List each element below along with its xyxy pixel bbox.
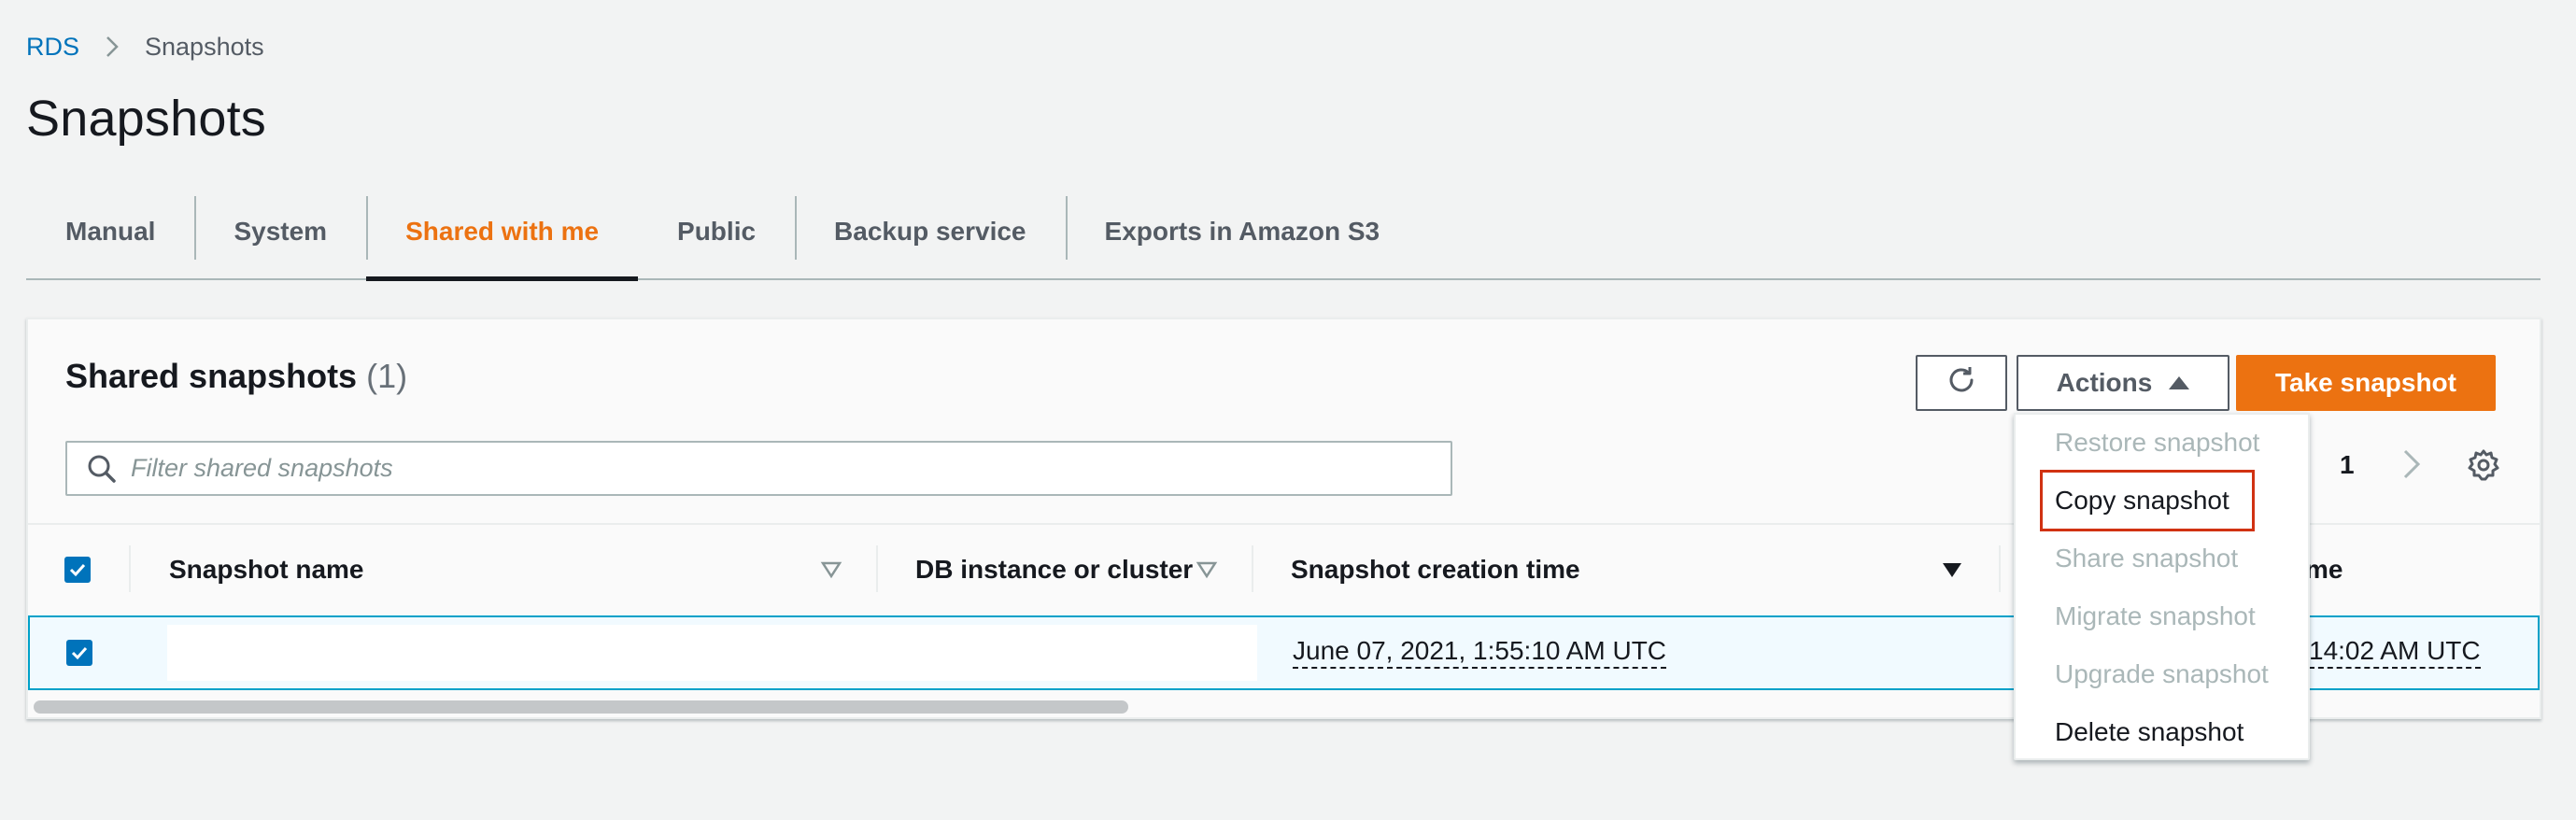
next-page-icon[interactable]	[2400, 448, 2423, 485]
sort-icon[interactable]	[1196, 560, 1218, 584]
menu-item-delete-snapshot[interactable]: Delete snapshot	[2055, 714, 2243, 751]
column-header-snapshot-name[interactable]: Snapshot name	[169, 525, 363, 615]
page-title: Snapshots	[26, 91, 266, 147]
breadcrumb: RDS Snapshots	[26, 28, 264, 65]
tab-system[interactable]: System	[194, 185, 366, 278]
menu-item-upgrade-snapshot: Upgrade snapshot	[2055, 659, 2269, 688]
row-checkbox[interactable]	[66, 617, 92, 688]
breadcrumb-rds-link[interactable]: RDS	[26, 33, 79, 62]
search-box	[65, 441, 1452, 496]
take-snapshot-button[interactable]: Take snapshot	[2236, 355, 2496, 411]
settings-gear-icon[interactable]	[2467, 448, 2500, 487]
menu-item-copy-snapshot[interactable]: Copy snapshot	[2055, 482, 2229, 519]
caret-up-icon	[2169, 376, 2190, 389]
tab-shared-with-me[interactable]: Shared with me	[366, 185, 638, 281]
refresh-button[interactable]	[1916, 355, 2007, 411]
search-input[interactable]	[131, 454, 1420, 483]
creation-time-value[interactable]: June 07, 2021, 1:55:10 AM UTC	[1293, 636, 1667, 670]
panel-title: Shared snapshots (1)	[65, 357, 407, 396]
select-all-checkbox[interactable]	[64, 525, 91, 615]
refresh-icon	[1945, 363, 1978, 403]
actions-dropdown-menu: Restore snapshot Copy snapshot Share sna…	[2014, 413, 2310, 760]
page-number[interactable]: 1	[2340, 450, 2355, 480]
sort-descending-icon[interactable]	[1941, 560, 1963, 584]
tab-backup-service[interactable]: Backup service	[795, 185, 1065, 278]
panel-title-text: Shared snapshots	[65, 357, 358, 395]
menu-item-restore-snapshot: Restore snapshot	[2055, 428, 2260, 457]
breadcrumb-current: Snapshots	[145, 32, 264, 61]
column-header-partial[interactable]: me	[2305, 525, 2342, 615]
checkbox-checked-icon	[64, 557, 91, 583]
menu-item-migrate-snapshot: Migrate snapshot	[2055, 601, 2256, 630]
chevron-right-icon	[106, 35, 119, 58]
horizontal-scrollbar[interactable]	[34, 700, 1128, 714]
panel-count: (1)	[366, 357, 408, 395]
sort-icon[interactable]	[820, 560, 842, 584]
menu-item-share-snapshot: Share snapshot	[2055, 544, 2239, 573]
creation-time-cell: June 07, 2021, 1:55:10 AM UTC	[1293, 617, 1667, 688]
checkbox-checked-icon	[66, 640, 92, 666]
actions-button[interactable]: Actions	[2017, 355, 2229, 411]
actions-button-label: Actions	[2056, 368, 2153, 397]
snapshot-tabs: Manual System Shared with me Public Back…	[26, 185, 2541, 281]
tab-exports-in-amazon-s3[interactable]: Exports in Amazon S3	[1065, 185, 1420, 278]
column-header-creation-time[interactable]: Snapshot creation time	[1291, 525, 1580, 615]
tab-public[interactable]: Public	[638, 185, 795, 278]
column-header-db-instance[interactable]: DB instance or cluster	[915, 525, 1193, 615]
partial-time-cell: 14:02 AM UTC	[2309, 617, 2481, 688]
redacted-cell	[167, 625, 1257, 681]
partial-time-value[interactable]: 14:02 AM UTC	[2309, 636, 2481, 670]
search-icon	[86, 453, 118, 485]
tab-manual[interactable]: Manual	[26, 185, 194, 278]
